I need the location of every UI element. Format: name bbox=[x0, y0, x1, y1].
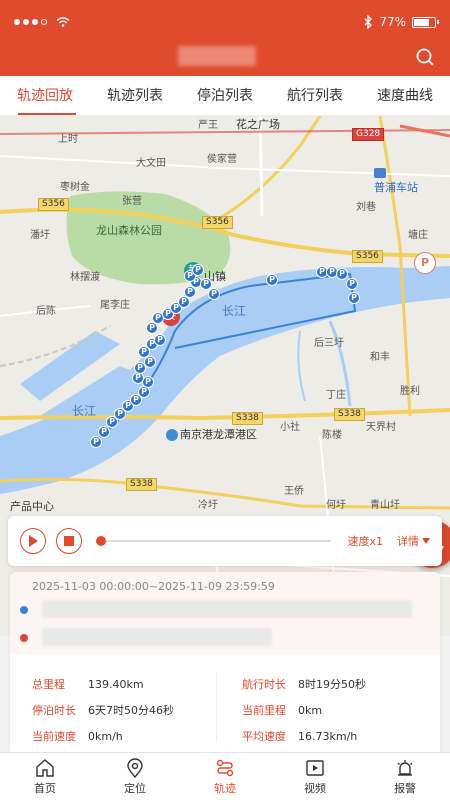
bottom-nav: 首页 定位 轨迹 视频 报警 bbox=[0, 752, 450, 800]
bluetooth-icon bbox=[364, 15, 373, 29]
park-label: 龙山森林公园 bbox=[96, 224, 162, 237]
place-label: 塘庄 bbox=[408, 230, 428, 241]
place-label: 青山圩 bbox=[370, 500, 400, 511]
chevron-down-icon bbox=[422, 538, 430, 544]
road-tag: S338 bbox=[232, 412, 263, 425]
stat-avg-speed: 平均速度 16.73km/h bbox=[242, 730, 358, 743]
place-label: 林摆渡 bbox=[70, 272, 100, 283]
stat-current-mileage: 当前里程 0km bbox=[242, 704, 323, 717]
start-address bbox=[20, 600, 420, 620]
place-label: 冷圩 bbox=[198, 500, 218, 511]
place-label: 严王 bbox=[198, 120, 218, 131]
battery-percent: 77% bbox=[379, 15, 406, 29]
tab-track-list[interactable]: 轨迹列表 bbox=[90, 76, 180, 115]
place-label: 潘圩 bbox=[30, 230, 50, 241]
berth-marker[interactable]: P bbox=[208, 288, 220, 300]
berth-marker[interactable]: P bbox=[144, 356, 156, 368]
track-icon bbox=[216, 759, 234, 776]
stat-berth-time: 停泊时长 6天7时50分46秒 bbox=[32, 704, 174, 717]
place-label: 后陈 bbox=[36, 306, 56, 317]
stop-icon bbox=[64, 536, 74, 546]
playback-progress-slider[interactable] bbox=[96, 531, 332, 551]
station-label[interactable]: 普浦车站 bbox=[374, 166, 418, 195]
place-label: 尾李庄 bbox=[100, 300, 130, 311]
battery-icon bbox=[412, 16, 439, 28]
nav-location[interactable]: 定位 bbox=[90, 753, 180, 800]
berth-marker[interactable]: P bbox=[336, 268, 348, 280]
app-header: 77% bbox=[0, 0, 450, 76]
nav-home[interactable]: 首页 bbox=[0, 753, 90, 800]
stat-current-speed: 当前速度 0km/h bbox=[32, 730, 123, 743]
status-bar: 77% bbox=[0, 0, 450, 44]
play-button[interactable] bbox=[20, 528, 46, 554]
stop-button[interactable] bbox=[56, 528, 82, 554]
place-label: 大文田 bbox=[136, 158, 166, 169]
road-tag: S338 bbox=[334, 408, 365, 421]
road-tag: S356 bbox=[352, 250, 383, 263]
page-title bbox=[178, 46, 256, 66]
tab-bar: 轨迹回放 轨迹列表 停泊列表 航行列表 速度曲线 bbox=[0, 76, 450, 116]
play-icon bbox=[29, 535, 38, 547]
bus-icon bbox=[374, 168, 386, 178]
location-icon bbox=[127, 757, 143, 778]
place-label: 天界村 bbox=[366, 422, 396, 433]
nav-alarm[interactable]: 报警 bbox=[360, 753, 450, 800]
place-label: 和丰 bbox=[370, 352, 390, 363]
berth-marker[interactable]: P bbox=[154, 334, 166, 346]
track-stats: 总里程 139.40km 航行时长 8时19分50秒 停泊时长 6天7时50分46秒 … bbox=[10, 664, 440, 752]
place-label: 张营 bbox=[122, 196, 142, 207]
parking-toggle-button[interactable]: P bbox=[414, 252, 436, 274]
detail-button[interactable]: 详情 bbox=[397, 533, 430, 549]
place-label: 丁庄 bbox=[326, 390, 346, 401]
time-range: 2025-11-03 00:00:00~2025-11-09 23:59:59 bbox=[32, 580, 275, 593]
place-label: 产品中心 bbox=[10, 500, 54, 513]
river-label: 长江 bbox=[222, 304, 247, 318]
berth-marker[interactable]: P bbox=[348, 292, 360, 304]
port-icon bbox=[166, 429, 178, 441]
place-label: 小社 bbox=[280, 422, 300, 433]
place-label: 后三圩 bbox=[314, 338, 344, 349]
tab-berth-list[interactable]: 停泊列表 bbox=[180, 76, 270, 115]
wifi-icon bbox=[56, 17, 70, 27]
place-label: 侯家营 bbox=[207, 154, 237, 165]
end-address bbox=[20, 628, 420, 648]
berth-marker[interactable]: P bbox=[192, 264, 204, 276]
alarm-icon bbox=[397, 759, 413, 776]
tab-sail-list[interactable]: 航行列表 bbox=[270, 76, 360, 115]
place-label: 花之广场 bbox=[236, 118, 280, 131]
nav-video[interactable]: 视频 bbox=[270, 753, 360, 800]
place-label: 刘巷 bbox=[356, 202, 376, 213]
berth-marker[interactable]: P bbox=[90, 436, 102, 448]
berth-marker[interactable]: P bbox=[266, 274, 278, 286]
search-icon[interactable] bbox=[414, 46, 436, 68]
track-info-card: 2025-11-03 00:00:00~2025-11-09 23:59:59 … bbox=[10, 572, 440, 752]
place-label: 何圩 bbox=[326, 500, 346, 511]
river-label: 长江 bbox=[72, 404, 97, 418]
place-label: 陈楼 bbox=[322, 430, 342, 441]
stat-total-mileage: 总里程 139.40km bbox=[32, 678, 144, 691]
place-label: 枣树金 bbox=[60, 182, 90, 193]
port-label[interactable]: 南京港龙潭港区 bbox=[166, 426, 257, 442]
tab-speed-curve[interactable]: 速度曲线 bbox=[360, 76, 450, 115]
place-label: 王侨 bbox=[284, 486, 304, 497]
home-icon bbox=[36, 758, 54, 777]
berth-marker[interactable]: P bbox=[346, 278, 358, 290]
place-label: 胜利 bbox=[400, 386, 420, 397]
playback-bar: 速度x1 详情 bbox=[8, 516, 442, 566]
road-tag: S338 bbox=[126, 478, 157, 491]
nav-track[interactable]: 轨迹 bbox=[180, 753, 270, 800]
road-tag: S356 bbox=[202, 216, 233, 229]
video-icon bbox=[306, 759, 324, 776]
place-label: 上时 bbox=[58, 134, 78, 145]
berth-marker[interactable]: P bbox=[98, 426, 110, 438]
road-tag: G328 bbox=[352, 128, 385, 141]
stat-sail-time: 航行时长 8时19分50秒 bbox=[242, 678, 366, 691]
tab-track-playback[interactable]: 轨迹回放 bbox=[0, 76, 90, 115]
speed-button[interactable]: 速度x1 bbox=[347, 533, 383, 549]
signal-icon bbox=[14, 17, 70, 27]
slider-handle[interactable] bbox=[96, 536, 106, 546]
road-tag: S356 bbox=[38, 198, 69, 211]
